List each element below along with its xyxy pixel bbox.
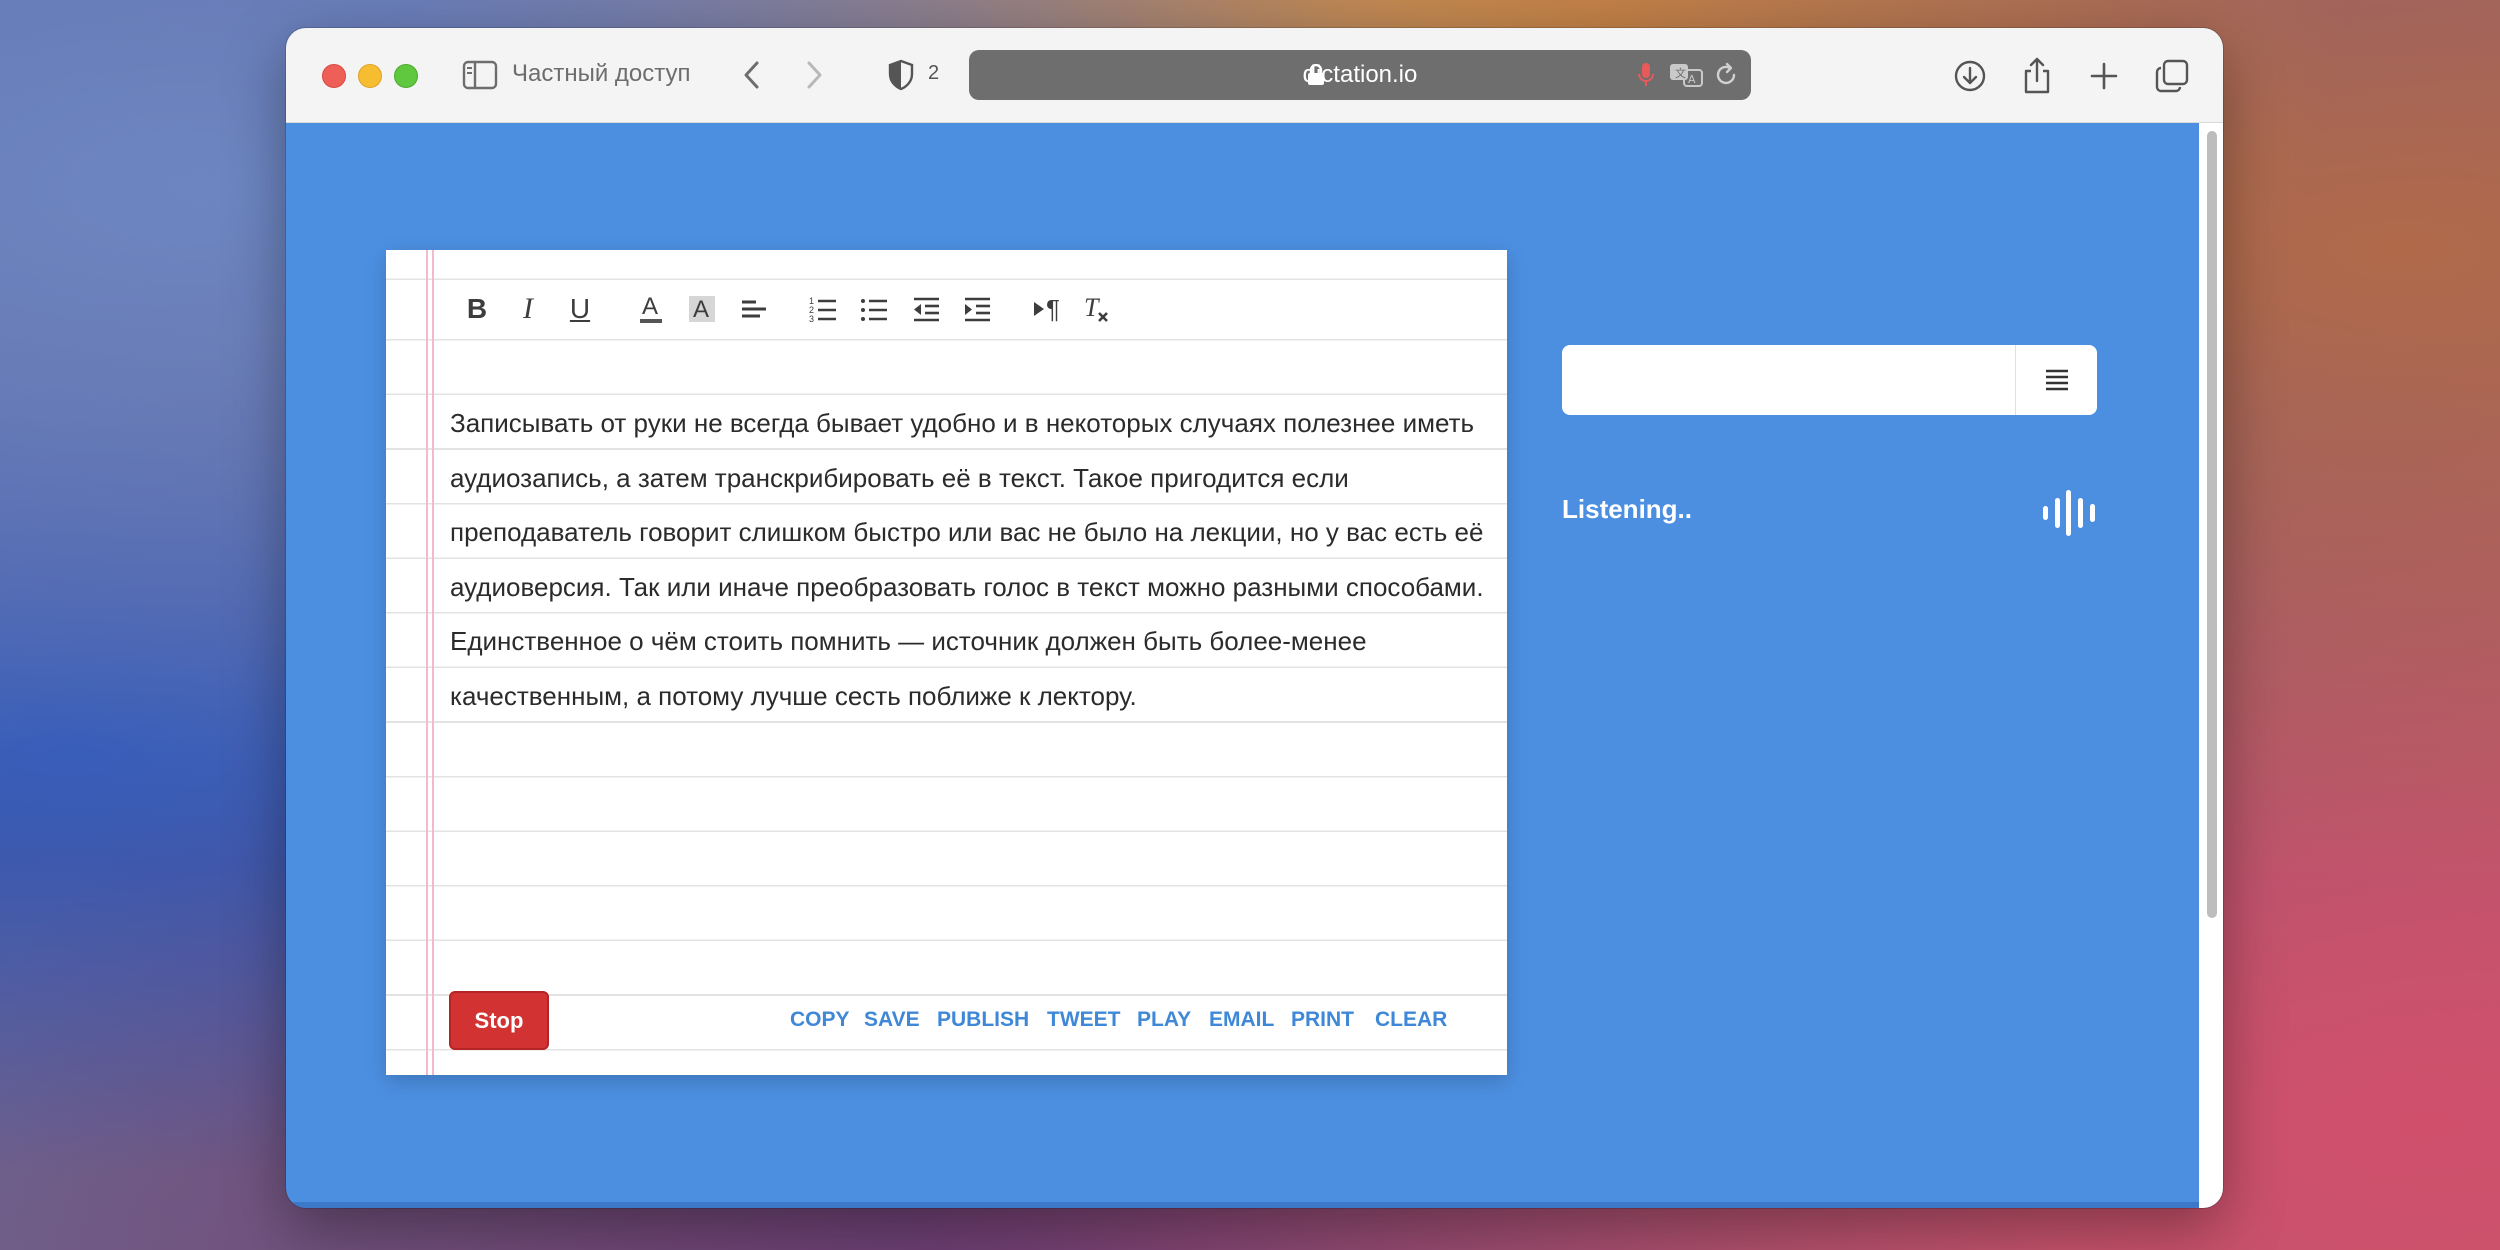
- outdent-button[interactable]: [908, 290, 944, 328]
- svg-text:文: 文: [1675, 66, 1686, 80]
- publish-link[interactable]: PUBLISH: [937, 1008, 1029, 1032]
- align-left-button[interactable]: [736, 290, 772, 328]
- reload-icon[interactable]: [1713, 62, 1739, 88]
- listening-status: Listening..: [1562, 494, 1692, 524]
- paragraph-mark: ¶: [1046, 293, 1060, 324]
- tracker-count: 2: [928, 62, 940, 84]
- text-direction-button[interactable]: ¶: [1029, 290, 1065, 328]
- select-divider: [2015, 345, 2016, 415]
- bottom-edge: [286, 1202, 2199, 1208]
- browser-titlebar: Частный доступ 2 dictation.io 文A: [286, 28, 2223, 123]
- share-icon[interactable]: [2017, 56, 2057, 96]
- svg-text:A: A: [693, 296, 709, 323]
- shield-icon[interactable]: [886, 56, 916, 94]
- address-bar[interactable]: dictation.io 文A: [969, 50, 1751, 100]
- svg-text:3: 3: [809, 314, 814, 324]
- menu-icon[interactable]: [2042, 365, 2072, 395]
- highlight-color-button[interactable]: A: [684, 290, 720, 328]
- text-color-button[interactable]: A: [633, 290, 669, 328]
- browser-window: Частный доступ 2 dictation.io 文A B I U A…: [286, 28, 2223, 1208]
- dictation-text[interactable]: Записывать от руки не всегда бывает удоб…: [450, 396, 1490, 724]
- play-link[interactable]: PLAY: [1137, 1008, 1191, 1032]
- dictation-editor[interactable]: B I U A A 123 ¶ T Записывать от руки не …: [386, 250, 1507, 1075]
- zoom-window-button[interactable]: [394, 64, 418, 88]
- svg-text:A: A: [1688, 73, 1696, 86]
- clear-format-button[interactable]: T: [1079, 290, 1115, 328]
- margin-line: [426, 250, 428, 1075]
- plus-icon[interactable]: [2084, 56, 2124, 96]
- tweet-link[interactable]: TWEET: [1047, 1008, 1121, 1032]
- scrollbar-thumb[interactable]: [2207, 131, 2217, 918]
- clear-link[interactable]: CLEAR: [1375, 1008, 1447, 1032]
- indent-button[interactable]: [959, 290, 995, 328]
- margin-line: [432, 250, 434, 1075]
- tabs-icon[interactable]: [2152, 56, 2192, 96]
- underline-button[interactable]: U: [562, 290, 598, 328]
- bold-button[interactable]: B: [459, 290, 495, 328]
- scrollbar[interactable]: [2199, 123, 2223, 1208]
- minimize-window-button[interactable]: [358, 64, 382, 88]
- email-link[interactable]: EMAIL: [1209, 1008, 1274, 1032]
- sidebar-icon[interactable]: [462, 58, 498, 92]
- save-link[interactable]: SAVE: [864, 1008, 920, 1032]
- print-link[interactable]: PRINT: [1291, 1008, 1354, 1032]
- copy-link[interactable]: COPY: [790, 1008, 850, 1032]
- audio-wave-icon: [2041, 490, 2097, 536]
- private-browsing-label: Частный доступ: [512, 60, 691, 87]
- svg-text:T: T: [1084, 293, 1100, 322]
- chevron-right-icon[interactable]: [796, 56, 832, 94]
- url-text: dictation.io: [1302, 61, 1418, 88]
- bullet-list-button[interactable]: [856, 290, 892, 328]
- language-select[interactable]: [1562, 345, 2097, 415]
- microphone-icon[interactable]: [1637, 62, 1655, 88]
- close-window-button[interactable]: [322, 64, 346, 88]
- stop-button[interactable]: Stop: [449, 991, 549, 1050]
- svg-text:A: A: [642, 293, 658, 320]
- download-icon[interactable]: [1950, 56, 1990, 96]
- ordered-list-button[interactable]: 123: [805, 290, 841, 328]
- translate-icon[interactable]: 文A: [1669, 62, 1705, 88]
- italic-button[interactable]: I: [510, 290, 546, 328]
- chevron-left-icon[interactable]: [734, 56, 770, 94]
